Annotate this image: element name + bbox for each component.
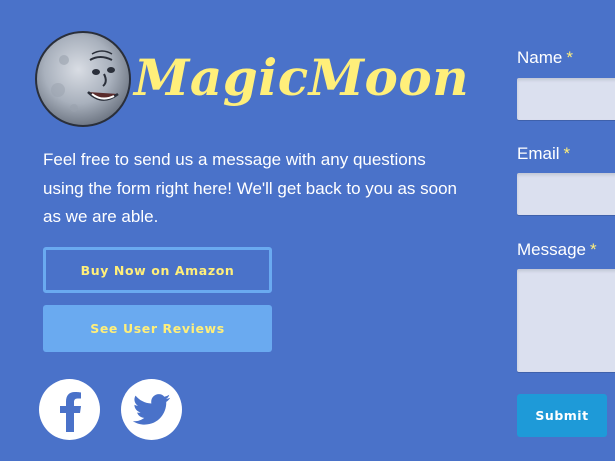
submit-button[interactable]: Submit [517, 394, 607, 437]
moon-face-icon [35, 31, 131, 127]
logo[interactable]: MagicMoon [34, 30, 469, 130]
name-field[interactable] [517, 78, 615, 120]
facebook-icon [59, 391, 81, 432]
message-label-text: Message [517, 240, 586, 259]
name-label-text: Name [517, 48, 563, 67]
twitter-icon [132, 393, 170, 425]
twitter-link[interactable] [121, 379, 182, 440]
email-label-text: Email [517, 144, 560, 163]
email-field[interactable] [517, 173, 615, 215]
facebook-link[interactable] [39, 379, 100, 440]
message-label: Message * [517, 240, 597, 260]
message-field[interactable] [517, 269, 615, 372]
see-user-reviews-button[interactable]: See User Reviews [43, 305, 272, 352]
required-marker: * [566, 48, 573, 67]
name-label: Name * [517, 48, 573, 68]
brand-name: MagicMoon [134, 48, 470, 107]
intro-text: Feel free to send us a message with any … [43, 150, 457, 226]
required-marker: * [563, 144, 571, 163]
required-marker: * [589, 240, 597, 259]
buy-now-amazon-button[interactable]: Buy Now on Amazon [43, 247, 272, 293]
page: MagicMoon Feel free to send us a message… [0, 0, 615, 461]
email-label: Email * [517, 144, 570, 164]
